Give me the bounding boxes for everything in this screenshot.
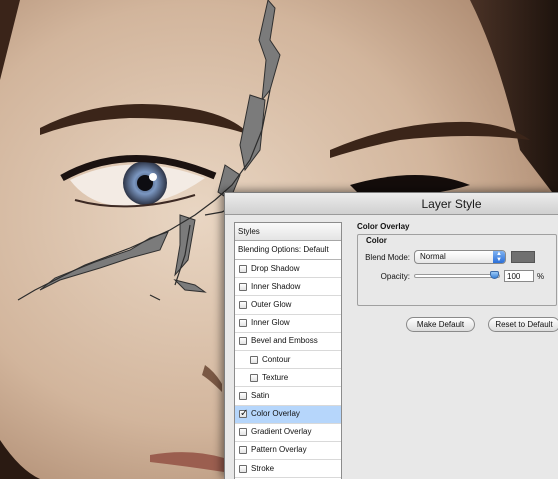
blend-mode-select[interactable]: Normal ▲ ▼ bbox=[414, 250, 506, 264]
style-item[interactable]: Pattern Overlay bbox=[235, 442, 341, 461]
style-item-label: Satin bbox=[251, 390, 270, 400]
style-item-label: Bevel and Emboss bbox=[251, 336, 318, 346]
style-item-label: Outer Glow bbox=[251, 299, 292, 309]
style-item[interactable]: Inner Shadow bbox=[235, 278, 341, 297]
style-item-label: Inner Shadow bbox=[251, 281, 301, 291]
checkbox[interactable] bbox=[239, 319, 247, 328]
style-item[interactable]: Satin bbox=[235, 387, 341, 406]
blend-mode-label: Blend Mode: bbox=[365, 252, 410, 262]
checked-checkbox[interactable]: ✓ bbox=[239, 409, 248, 419]
blend-mode-value: Normal bbox=[420, 252, 446, 261]
style-item-label: Stroke bbox=[251, 463, 275, 473]
group-title: Color bbox=[366, 236, 387, 245]
styles-list: Styles Blending Options: Default Drop Sh… bbox=[234, 222, 342, 479]
checkbox[interactable] bbox=[239, 464, 247, 473]
dialog-title: Layer Style bbox=[225, 193, 558, 215]
checkbox[interactable] bbox=[239, 264, 247, 273]
checkbox[interactable] bbox=[250, 373, 258, 382]
styles-header[interactable]: Styles bbox=[235, 223, 341, 241]
color-overlay-section: Color Overlay Color Blend Mode: Normal ▲… bbox=[352, 222, 558, 332]
opacity-slider-knob[interactable] bbox=[490, 271, 499, 279]
overlay-color-swatch[interactable] bbox=[511, 251, 535, 263]
make-default-button[interactable]: Make Default bbox=[406, 317, 475, 332]
reset-to-default-button[interactable]: Reset to Default bbox=[488, 317, 558, 332]
select-arrows-icon: ▲ ▼ bbox=[493, 251, 505, 263]
style-item[interactable]: Outer Glow bbox=[235, 296, 341, 315]
opacity-slider[interactable] bbox=[414, 271, 500, 279]
style-item-label: Contour bbox=[262, 354, 291, 364]
style-item[interactable]: Contour bbox=[235, 351, 341, 370]
style-item[interactable]: Drop Shadow bbox=[235, 260, 341, 279]
checkbox[interactable] bbox=[239, 300, 247, 309]
style-item[interactable]: Bevel and Emboss bbox=[235, 333, 341, 351]
style-item-label: Gradient Overlay bbox=[251, 427, 312, 437]
style-item[interactable]: Inner Glow bbox=[235, 315, 341, 333]
layer-style-dialog: Layer Style Styles Blending Options: Def… bbox=[224, 192, 558, 479]
blending-options-item[interactable]: Blending Options: Default bbox=[235, 241, 341, 260]
checkbox[interactable] bbox=[239, 391, 247, 400]
section-title: Color Overlay bbox=[357, 222, 410, 231]
opacity-label: Opacity: bbox=[380, 271, 410, 281]
style-item-label: Pattern Overlay bbox=[251, 445, 307, 455]
style-item[interactable]: Stroke bbox=[235, 460, 341, 479]
style-item-label: Drop Shadow bbox=[251, 263, 300, 273]
opacity-unit: % bbox=[537, 271, 545, 281]
color-group: Color Blend Mode: Normal ▲ ▼ Opacity: 100… bbox=[357, 234, 557, 306]
checkbox[interactable] bbox=[250, 355, 258, 364]
style-item-label: Color Overlay bbox=[251, 409, 300, 419]
checkbox[interactable] bbox=[239, 282, 247, 291]
style-item-label: Inner Glow bbox=[251, 318, 290, 328]
style-item[interactable]: ✓ Color Overlay bbox=[235, 405, 341, 424]
checkbox[interactable] bbox=[239, 428, 247, 437]
style-item-label: Texture bbox=[262, 372, 289, 382]
checkbox[interactable] bbox=[239, 337, 247, 346]
opacity-input[interactable]: 100 bbox=[504, 270, 534, 282]
style-item[interactable]: Texture bbox=[235, 369, 341, 388]
checkbox[interactable] bbox=[239, 446, 247, 455]
style-item[interactable]: Gradient Overlay bbox=[235, 424, 341, 442]
